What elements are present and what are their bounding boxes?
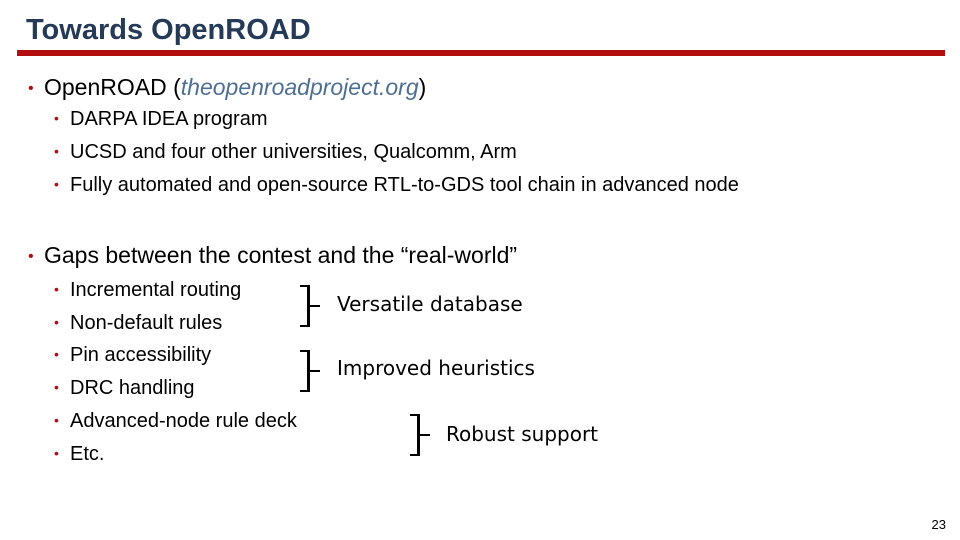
bullet-gaps: • Gaps between the contest and the “real-… — [28, 242, 517, 269]
openroad-label-suffix: ) — [418, 74, 427, 100]
item-text: Pin accessibility — [70, 344, 212, 366]
item-text: DRC handling — [70, 377, 195, 399]
list-item: • Non-default rules — [54, 312, 222, 335]
list-item: • DARPA IDEA program — [54, 108, 267, 131]
item-text: DARPA IDEA program — [70, 108, 268, 130]
list-item: • Pin accessibility — [54, 344, 211, 367]
list-item: • Fully automated and open-source RTL-to-… — [54, 174, 739, 197]
bullet-dot: • — [54, 143, 59, 159]
item-text: Etc. — [70, 443, 105, 465]
openroad-link[interactable]: theopenroadproject.org — [181, 74, 419, 100]
slide-title: Towards OpenROAD — [26, 14, 311, 46]
brace-icon — [300, 285, 320, 327]
item-text: Advanced-node rule deck — [70, 410, 297, 432]
bullet-dot: • — [54, 110, 59, 126]
title-underline — [17, 50, 945, 56]
group-label-support: Robust support — [446, 422, 599, 446]
brace-icon — [410, 414, 430, 456]
bullet-dot: • — [54, 176, 59, 192]
list-item: • UCSD and four other universities, Qualc… — [54, 141, 517, 164]
item-text: Incremental routing — [70, 279, 242, 301]
list-item: • Advanced-node rule deck — [54, 410, 297, 433]
bullet-dot: • — [54, 412, 59, 428]
item-text: Non-default rules — [70, 312, 223, 334]
bullet-dot: • — [54, 445, 59, 461]
bullet-dot: • — [28, 248, 34, 265]
item-text: Fully automated and open-source RTL-to-G… — [70, 174, 739, 196]
bullet-dot: • — [28, 80, 34, 97]
page-number: 23 — [931, 517, 946, 532]
bullet-dot: • — [54, 346, 59, 362]
group-label-database: Versatile database — [337, 292, 523, 316]
list-item: • Incremental routing — [54, 279, 241, 302]
bullet-dot: • — [54, 379, 59, 395]
openroad-label: OpenROAD ( — [44, 74, 181, 100]
bullet-openroad: • OpenROAD (theopenroadproject.org) — [28, 74, 426, 101]
bullet-dot: • — [54, 281, 59, 297]
group-label-heuristics: Improved heuristics — [337, 356, 535, 380]
list-item: • DRC handling — [54, 377, 195, 400]
bullet-dot: • — [54, 314, 59, 330]
list-item: • Etc. — [54, 443, 104, 466]
item-text: UCSD and four other universities, Qualco… — [70, 141, 517, 163]
gaps-label: Gaps between the contest and the “real-w… — [44, 242, 518, 268]
brace-icon — [300, 350, 320, 392]
